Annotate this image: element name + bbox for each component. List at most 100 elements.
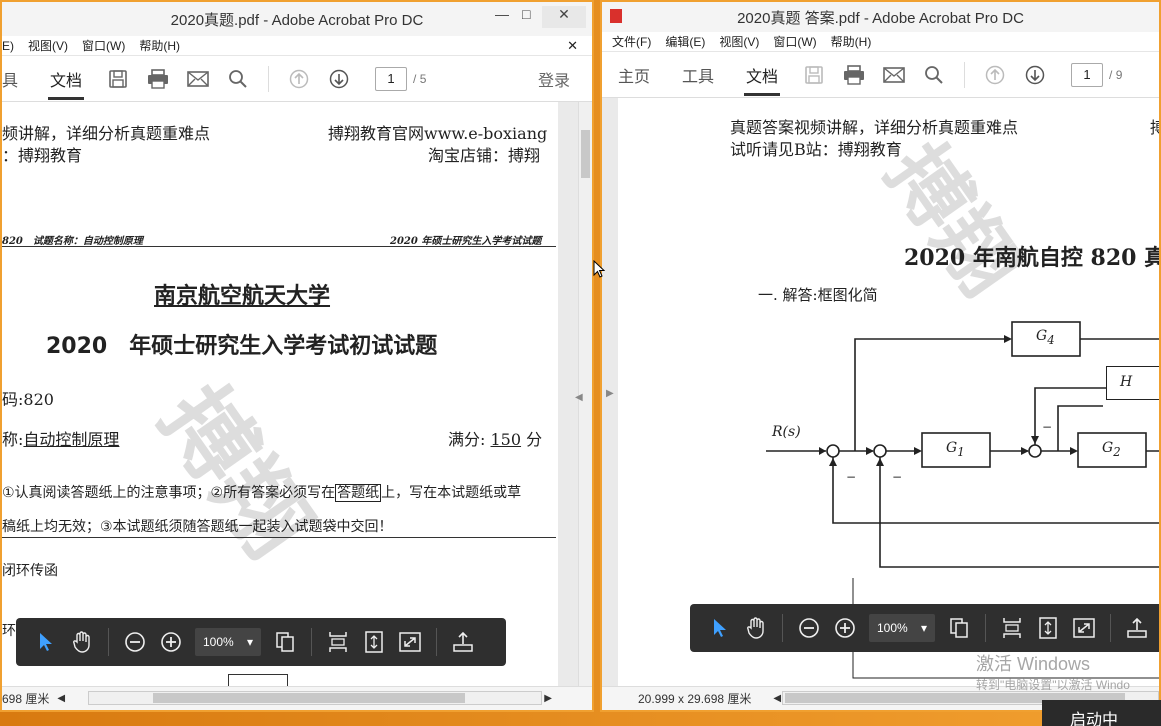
close-icon[interactable]: ✕ xyxy=(542,6,586,28)
activate-windows-subtitle: 转到"电脑设置"以激活 Windo xyxy=(976,678,1130,692)
right-window-title: 2020真题 答案.pdf - Adobe Acrobat Pro DC xyxy=(737,9,1024,27)
right-page-size: 20.999 x 29.698 厘米 xyxy=(638,692,752,706)
taskbar-button[interactable]: 启动中 xyxy=(1042,700,1161,726)
subject-label: 称: xyxy=(2,430,24,449)
score-line: 满分: 150 分 xyxy=(448,426,542,450)
banner-left-1: 频讲解，详细分析真题重难点 xyxy=(2,124,211,143)
banner-left-2: 试听请见B站：搏翔教育 xyxy=(730,140,902,159)
tab-document[interactable]: 文档 xyxy=(730,52,794,98)
taskbar-button-label: 启动中 xyxy=(1070,712,1119,726)
exam-code-line: 820 试题名称：自动控制原理 xyxy=(2,236,143,247)
banner-right-2: 淘宝店铺：搏翔 xyxy=(428,146,541,165)
zoom-out-icon[interactable] xyxy=(117,624,153,660)
email-icon[interactable] xyxy=(182,63,214,95)
page-number-input[interactable]: 1 xyxy=(1071,62,1104,87)
previous-page-icon[interactable] xyxy=(979,59,1011,91)
full-screen-icon[interactable] xyxy=(1066,610,1102,646)
section-title: 一. 解答:框图化简 xyxy=(758,286,878,304)
login-link[interactable]: 登录 xyxy=(538,67,570,91)
right-menu-bar: 文件(F) 编辑(E) 视图(V) 窗口(W) 帮助(H) xyxy=(602,32,1159,52)
close-document-icon[interactable]: ✕ xyxy=(567,38,578,54)
menu-window[interactable]: 窗口(W) xyxy=(773,33,816,50)
left-horizontal-scrollbar[interactable] xyxy=(88,691,542,705)
minimize-icon[interactable]: — xyxy=(495,6,509,22)
next-page-icon[interactable] xyxy=(323,63,355,95)
next-page-icon[interactable] xyxy=(1019,59,1051,91)
print-icon[interactable] xyxy=(142,63,174,95)
menu-file[interactable]: 文件(F) xyxy=(612,33,651,50)
left-toolbar: 具 文档 1 / 5 登录 xyxy=(2,56,592,102)
share-upload-icon[interactable] xyxy=(1119,610,1155,646)
scroll-left-icon[interactable]: ◀ xyxy=(57,693,65,704)
tab-tools[interactable]: 工具 xyxy=(666,52,730,98)
block-G1-label: G1 xyxy=(946,440,965,459)
input-label-R: R(s) xyxy=(772,424,801,440)
zoom-level-select[interactable]: 100% ▾ xyxy=(195,628,261,656)
full-screen-icon[interactable] xyxy=(392,624,428,660)
fit-page-icon[interactable] xyxy=(356,624,392,660)
tab-tools[interactable]: 具 xyxy=(2,56,34,102)
subject-line: 称:自动控制原理 xyxy=(2,426,119,450)
email-icon[interactable] xyxy=(878,59,910,91)
zoom-out-icon[interactable] xyxy=(791,610,827,646)
previous-page-icon[interactable] xyxy=(283,63,315,95)
minus-sign: − xyxy=(846,470,857,484)
right-title-bar[interactable]: 2020真题 答案.pdf - Adobe Acrobat Pro DC xyxy=(602,2,1159,32)
fit-page-icon[interactable] xyxy=(1030,610,1066,646)
save-icon[interactable] xyxy=(102,63,134,95)
menu-edit[interactable]: E) xyxy=(2,39,14,53)
left-vscroll-thumb[interactable] xyxy=(581,130,590,178)
collapse-pane-icon[interactable]: ◀ xyxy=(575,392,583,403)
maximize-icon[interactable]: □ xyxy=(522,6,530,22)
menu-help[interactable]: 帮助(H) xyxy=(139,37,180,54)
menu-view[interactable]: 视图(V) xyxy=(28,37,68,54)
answer-page: 搏翔 真题答案视频讲解，详细分析真题重难点 搏 试听请见B站：搏翔教育 2020… xyxy=(618,98,1159,686)
float-separator xyxy=(985,614,986,642)
scroll-left-icon[interactable]: ◀ xyxy=(773,693,781,704)
tab-document[interactable]: 文档 xyxy=(34,56,98,102)
menu-help[interactable]: 帮助(H) xyxy=(831,33,872,50)
block-G1-subscript: 1 xyxy=(957,444,965,459)
right-floating-toolbar: 100% ▾ xyxy=(690,604,1159,652)
exam-header-right: 2020 年硕士研究生入学考试试题 xyxy=(390,236,542,247)
print-icon[interactable] xyxy=(838,59,870,91)
left-hscroll-thumb[interactable] xyxy=(153,693,465,703)
page-number-input[interactable]: 1 xyxy=(375,66,408,91)
select-cursor-icon[interactable] xyxy=(702,610,738,646)
right-document-area: ▶ 搏翔 真题答案视频讲解，详细分析真题重难点 搏 试听请见B站：搏翔教育 20… xyxy=(602,98,1159,686)
hand-tool-icon[interactable] xyxy=(738,610,774,646)
expand-pane-icon[interactable]: ▶ xyxy=(606,388,614,399)
page-display-icon[interactable] xyxy=(941,610,977,646)
subject-name: 自动控制原理 xyxy=(23,430,120,449)
save-icon[interactable] xyxy=(798,59,830,91)
block-G1-letter: G xyxy=(946,440,958,456)
hand-tool-icon[interactable] xyxy=(64,624,100,660)
left-title-bar[interactable]: 2020真题.pdf - Adobe Acrobat Pro DC — □ ✕ xyxy=(2,2,592,36)
zoom-in-icon[interactable] xyxy=(827,610,863,646)
left-floating-toolbar: 100% ▾ xyxy=(16,618,506,666)
float-separator xyxy=(311,628,312,656)
float-separator xyxy=(1110,614,1111,642)
scroll-right-icon[interactable]: ▶ xyxy=(544,693,552,704)
float-separator xyxy=(436,628,437,656)
menu-view[interactable]: 视图(V) xyxy=(719,33,759,50)
notice-line-2: 稿纸上均无效；③本试题纸须随答题纸一起装入试题袋中交回！ xyxy=(2,519,393,535)
exam-page: 搏翔 频讲解，详细分析真题重难点 搏翔教育官网www.e-boxiang ：搏翔… xyxy=(2,102,558,686)
zoom-level-select[interactable]: 100% ▾ xyxy=(869,614,935,642)
minus-sign: − xyxy=(892,470,903,484)
menu-edit[interactable]: 编辑(E) xyxy=(665,33,705,50)
scrolling-mode-icon[interactable] xyxy=(994,610,1030,646)
zoom-in-icon[interactable] xyxy=(153,624,189,660)
share-upload-icon[interactable] xyxy=(445,624,481,660)
zoom-level-value: 100% xyxy=(203,635,234,649)
page-display-icon[interactable] xyxy=(267,624,303,660)
scrolling-mode-icon[interactable] xyxy=(320,624,356,660)
select-cursor-icon[interactable] xyxy=(28,624,64,660)
block-H xyxy=(1106,366,1159,400)
menu-window[interactable]: 窗口(W) xyxy=(82,37,125,54)
banner-left-1: 真题答案视频讲解，详细分析真题重难点 xyxy=(730,118,1019,137)
left-menu-bar: E) 视图(V) 窗口(W) 帮助(H) ✕ xyxy=(2,36,592,56)
search-icon[interactable] xyxy=(222,63,254,95)
tab-home[interactable]: 主页 xyxy=(602,52,666,98)
search-icon[interactable] xyxy=(918,59,950,91)
